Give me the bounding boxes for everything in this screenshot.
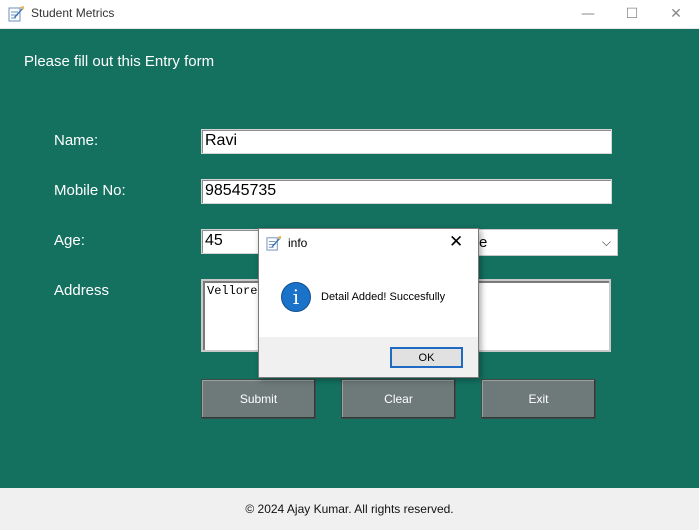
copyright-text: © 2024 Ajay Kumar. All rights reserved. [245, 502, 454, 516]
dialog-close-button[interactable]: ✕ [449, 232, 463, 252]
window-title: Student Metrics [31, 6, 115, 20]
info-icon: i [281, 282, 311, 312]
exit-button[interactable]: Exit [481, 379, 596, 419]
ok-button[interactable]: OK [390, 347, 463, 368]
chevron-down-icon: ⌵ [601, 235, 611, 249]
gender-select[interactable]: e ⌵ [478, 229, 618, 256]
dialog-title: info [288, 236, 308, 250]
maximize-button[interactable]: ☐ [609, 0, 655, 28]
window-titlebar: Student Metrics — ☐ ✕ [0, 0, 699, 29]
info-dialog: info ✕ i Detail Added! Succesfully OK [258, 228, 479, 378]
clear-button[interactable]: Clear [341, 379, 456, 419]
dialog-message: Detail Added! Succesfully [321, 291, 446, 303]
minimize-button[interactable]: — [565, 0, 611, 28]
app-feather-icon [8, 6, 24, 22]
name-label: Name: [54, 132, 99, 149]
app-feather-icon [266, 235, 282, 251]
mobile-input[interactable]: 98545735 [201, 179, 612, 204]
address-label: Address [54, 282, 110, 299]
dialog-body: i Detail Added! Succesfully [259, 257, 478, 337]
age-label: Age: [54, 232, 85, 249]
gender-select-value: e [479, 234, 488, 251]
footer: © 2024 Ajay Kumar. All rights reserved. [0, 488, 699, 530]
mobile-label: Mobile No: [54, 182, 126, 199]
dialog-titlebar: info ✕ [259, 229, 478, 257]
name-input[interactable]: Ravi [201, 129, 612, 154]
submit-button[interactable]: Submit [201, 379, 316, 419]
form-heading: Please fill out this Entry form [24, 53, 215, 70]
close-button[interactable]: ✕ [653, 0, 699, 28]
